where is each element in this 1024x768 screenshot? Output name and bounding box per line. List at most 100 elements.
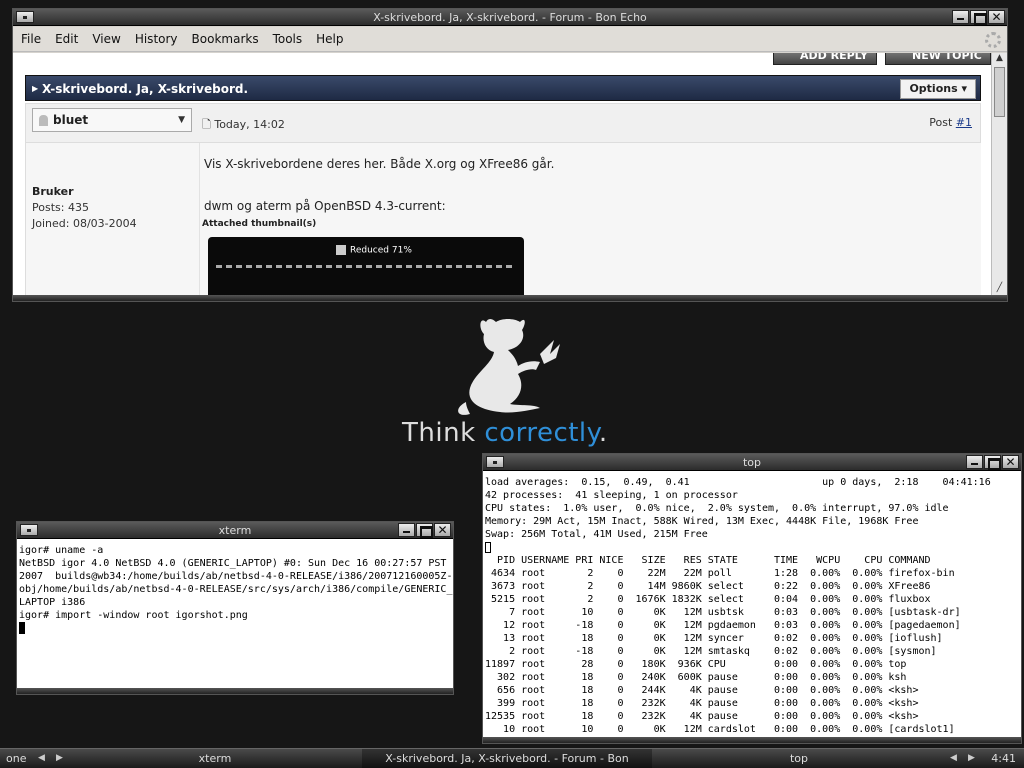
maximize-button[interactable] <box>416 523 433 538</box>
top-header-line: Swap: 256M Total, 41M Used, 215M Free <box>485 529 708 540</box>
process-row: 10 root 10 0 0K 12M cardslot 0:00 0.00% … <box>485 724 955 735</box>
maximize-button[interactable] <box>984 455 1001 470</box>
top-title: top <box>742 456 762 469</box>
menubar: File Edit View History Bookmarks Tools H… <box>13 27 1007 52</box>
process-row: 3673 root 2 0 14M 9860K select 0:22 0.00… <box>485 581 931 592</box>
window-menu-icon[interactable] <box>486 456 504 468</box>
scroll-up-icon[interactable]: ▲ <box>992 53 1007 65</box>
window-menu-icon[interactable] <box>16 11 34 23</box>
window-menu-icon[interactable] <box>20 524 38 536</box>
minimize-button[interactable] <box>398 523 415 537</box>
add-reply-button[interactable]: ADD REPLY <box>773 53 877 65</box>
post-body: Bruker Posts: 435 Joined: 08/03-2004 Vis… <box>25 143 981 295</box>
process-row: 302 root 18 0 240K 600K pause 0:00 0.00%… <box>485 672 907 683</box>
maximize-button[interactable] <box>970 10 987 25</box>
process-row: 13 root 18 0 0K 12M syncer 0:02 0.00% 0.… <box>485 633 943 644</box>
options-label: Options <box>909 82 958 95</box>
thumbnail-label: Reduced 71% <box>336 245 412 256</box>
message-line: Vis X-skrivebordene deres her. Både X.or… <box>204 157 555 171</box>
message-line: dwm og aterm på OpenBSD 4.3-current: <box>204 199 446 213</box>
process-row: 399 root 18 0 232K 4K pause 0:00 0.00% 0… <box>485 698 919 709</box>
top-header-line: 42 processes: 41 sleeping, 1 on processo… <box>485 490 738 501</box>
window-prev-icon[interactable]: ◀ <box>950 749 957 768</box>
window-next-icon[interactable]: ▶ <box>968 749 975 768</box>
terminal-line: 2007 builds@wb34:/home/builds/ab/netbsd-… <box>19 571 453 582</box>
vertical-scrollbar[interactable]: ▲ ╱ <box>991 53 1007 295</box>
menu-view[interactable]: View <box>92 32 120 46</box>
terminal-line: igor# import -window root igorshot.png <box>19 610 248 621</box>
close-button[interactable]: ✕ <box>434 523 451 537</box>
chevron-down-icon: ▼ <box>178 115 185 125</box>
taskbar-item-firefox[interactable]: X-skrivebord. Ja, X-skrivebord. - Forum … <box>362 749 652 768</box>
top-window: top ✕ load averages: 0.15, 0.49, 0.41 up… <box>482 453 1022 744</box>
top-terminal[interactable]: load averages: 0.15, 0.49, 0.41 up 0 day… <box>483 472 1021 737</box>
menu-history[interactable]: History <box>135 32 178 46</box>
user-icon <box>39 115 48 126</box>
top-header-line: Memory: 29M Act, 15M Inact, 588K Wired, … <box>485 516 919 527</box>
options-button[interactable]: Options ▾ <box>900 79 976 99</box>
post-number: Post #1 <box>929 116 972 129</box>
thread-title-bar: ▶ X-skrivebord. Ja, X-skrivebord. Option… <box>25 75 981 101</box>
triangle-right-icon: ▶ <box>32 84 39 93</box>
taskbar-item-top[interactable]: top <box>654 749 944 768</box>
window-frame-bottom[interactable] <box>483 737 1021 743</box>
process-row: 4634 root 2 0 22M 22M poll 1:28 0.00% 0.… <box>485 568 955 579</box>
process-row: 7 root 10 0 0K 12M usbtsk 0:03 0.00% 0.0… <box>485 607 961 618</box>
workspace-name[interactable]: one <box>6 749 26 768</box>
minimize-button[interactable] <box>966 455 983 469</box>
taskbar-item-xterm[interactable]: xterm <box>70 749 360 768</box>
xterm-titlebar[interactable]: xterm ✕ <box>17 522 453 539</box>
user-joined: Joined: 08/03-2004 <box>32 217 137 230</box>
scrollbar-thumb[interactable] <box>994 67 1005 117</box>
post-header: bluet ▼ 🗋 Today, 14:02 Post #1 <box>25 103 981 143</box>
terminal-cursor <box>19 622 25 634</box>
desktop-logo: Think correctly. <box>400 314 630 454</box>
bsd-daemon-icon <box>458 319 560 415</box>
terminal-cursor <box>485 541 491 553</box>
xterm-window: xterm ✕ igor# uname -a NetBSD igor 4.0 N… <box>16 521 454 695</box>
process-row: 5215 root 2 0 1676K 1832K select 0:04 0.… <box>485 594 931 605</box>
new-topic-button[interactable]: NEW TOPIC <box>885 53 991 65</box>
workspace-prev-icon[interactable]: ◀ <box>38 749 45 768</box>
username: bluet <box>53 113 89 127</box>
resize-grip-icon[interactable]: ╱ <box>992 283 1007 295</box>
xterm-terminal[interactable]: igor# uname -a NetBSD igor 4.0 NetBSD 4.… <box>17 540 453 688</box>
thread-title: X-skrivebord. Ja, X-skrivebord. <box>42 82 249 96</box>
top-header-line: CPU states: 1.0% user, 0.0% nice, 2.0% s… <box>485 503 949 514</box>
window-frame-bottom[interactable] <box>17 688 453 694</box>
menu-edit[interactable]: Edit <box>55 32 78 46</box>
thumbnail-statusbar <box>216 265 516 268</box>
taskbar-clock: 4:41 <box>991 752 1016 765</box>
page-content: ADD REPLY NEW TOPIC ▶ X-skrivebord. Ja, … <box>13 53 991 295</box>
terminal-line: NetBSD igor 4.0 NetBSD 4.0 (GENERIC_LAPT… <box>19 558 447 569</box>
menu-help[interactable]: Help <box>316 32 343 46</box>
user-rank: Bruker <box>32 185 74 198</box>
firefox-title: X-skrivebord. Ja, X-skrivebord. - Forum … <box>373 11 647 24</box>
user-menu[interactable]: bluet ▼ <box>32 108 192 132</box>
post-permalink[interactable]: #1 <box>956 116 972 129</box>
xterm-title: xterm <box>218 524 252 537</box>
minimize-button[interactable] <box>952 10 969 24</box>
close-button[interactable]: ✕ <box>1002 455 1019 469</box>
top-titlebar[interactable]: top ✕ <box>483 454 1021 471</box>
terminal-line: obj/home/builds/ab/netbsd-4-0-RELEASE/sr… <box>19 584 453 595</box>
menu-bookmarks[interactable]: Bookmarks <box>192 32 259 46</box>
user-posts: Posts: 435 <box>32 201 89 214</box>
close-button[interactable]: ✕ <box>988 10 1005 24</box>
tagline-correctly: correctly <box>484 418 599 448</box>
process-row: 12 root -18 0 0K 12M pgdaemon 0:03 0.00%… <box>485 620 961 631</box>
workspace-next-icon[interactable]: ▶ <box>56 749 63 768</box>
post-date-text: Today, 14:02 <box>214 118 285 131</box>
firefox-window: X-skrivebord. Ja, X-skrivebord. - Forum … <box>12 8 1008 302</box>
process-row: 11897 root 28 0 180K 936K CPU 0:00 0.00%… <box>485 659 907 670</box>
user-info: Bruker Posts: 435 Joined: 08/03-2004 <box>26 143 200 295</box>
post-date: 🗋 Today, 14:02 <box>202 118 285 131</box>
window-frame-bottom[interactable] <box>13 295 1007 301</box>
post-label: Post <box>929 116 953 129</box>
menu-file[interactable]: File <box>21 32 41 46</box>
tagline-period: . <box>598 418 608 448</box>
attachment-thumbnail[interactable]: Reduced 71% <box>208 237 524 295</box>
attached-label: Attached thumbnail(s) <box>202 219 317 229</box>
menu-tools[interactable]: Tools <box>273 32 303 46</box>
firefox-titlebar[interactable]: X-skrivebord. Ja, X-skrivebord. - Forum … <box>13 9 1007 26</box>
